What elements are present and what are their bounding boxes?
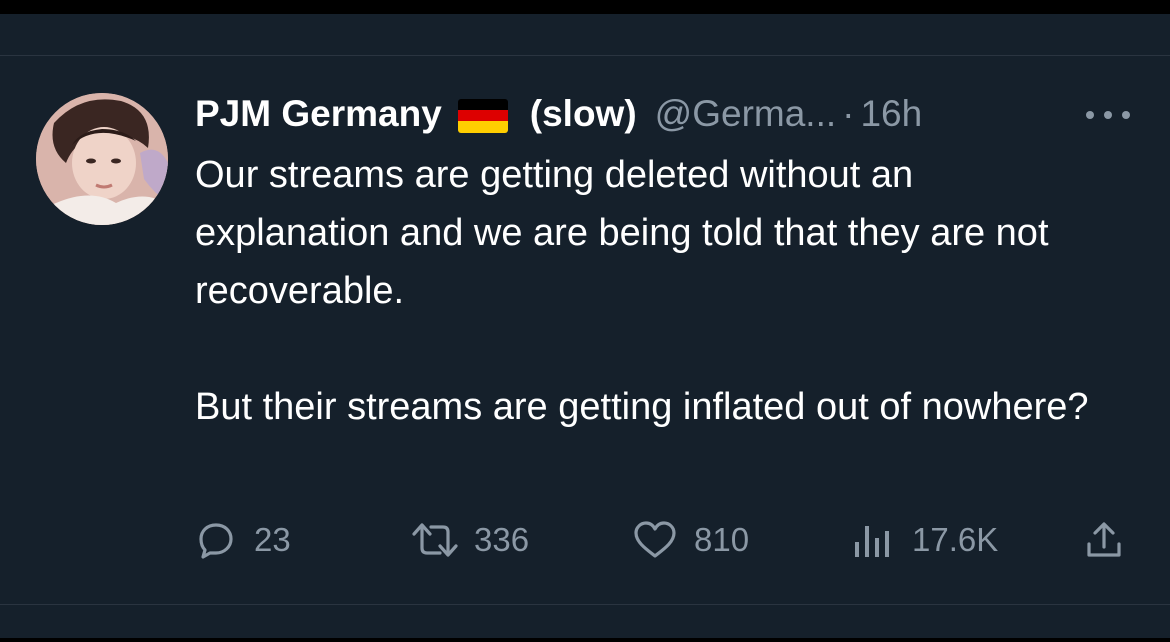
reply-button[interactable]: 23 [196, 512, 291, 568]
share-button[interactable] [1084, 512, 1124, 568]
tweet-text: Our streams are getting deleted without … [195, 146, 1115, 436]
separator-dot: · [842, 93, 855, 134]
top-black-bar [0, 0, 1170, 14]
germany-flag-icon [457, 99, 508, 133]
avatar[interactable] [36, 93, 168, 225]
top-divider [0, 55, 1170, 56]
action-bar: 23 336 810 17.6K [0, 512, 1170, 568]
reply-icon [196, 520, 236, 560]
like-button[interactable]: 810 [632, 512, 749, 568]
more-dots-icon[interactable] [1086, 108, 1130, 122]
tweet-header: PJM Germany (slow) @Germa... · 16h [195, 91, 922, 137]
views-button[interactable]: 17.6K [852, 512, 998, 568]
retweet-count: 336 [474, 521, 530, 558]
views-count: 17.6K [912, 521, 999, 558]
timestamp[interactable]: 16h [860, 91, 922, 137]
author-name[interactable]: PJM Germany [195, 91, 442, 137]
author-handle[interactable]: @Germa... [655, 91, 836, 137]
heart-icon [632, 520, 678, 560]
reply-count: 23 [254, 521, 291, 558]
bottom-divider [0, 604, 1170, 605]
like-count: 810 [694, 521, 750, 558]
tweet-paragraph: Our streams are getting deleted without … [195, 154, 1049, 312]
share-icon [1084, 520, 1124, 560]
views-chart-icon [852, 520, 892, 560]
tweet-paragraph: But their streams are getting inflated o… [195, 386, 1089, 428]
retweet-button[interactable]: 336 [410, 512, 529, 568]
author-name-suffix[interactable]: (slow) [530, 91, 637, 137]
bottom-black-bar [0, 638, 1170, 642]
retweet-icon [410, 520, 460, 560]
